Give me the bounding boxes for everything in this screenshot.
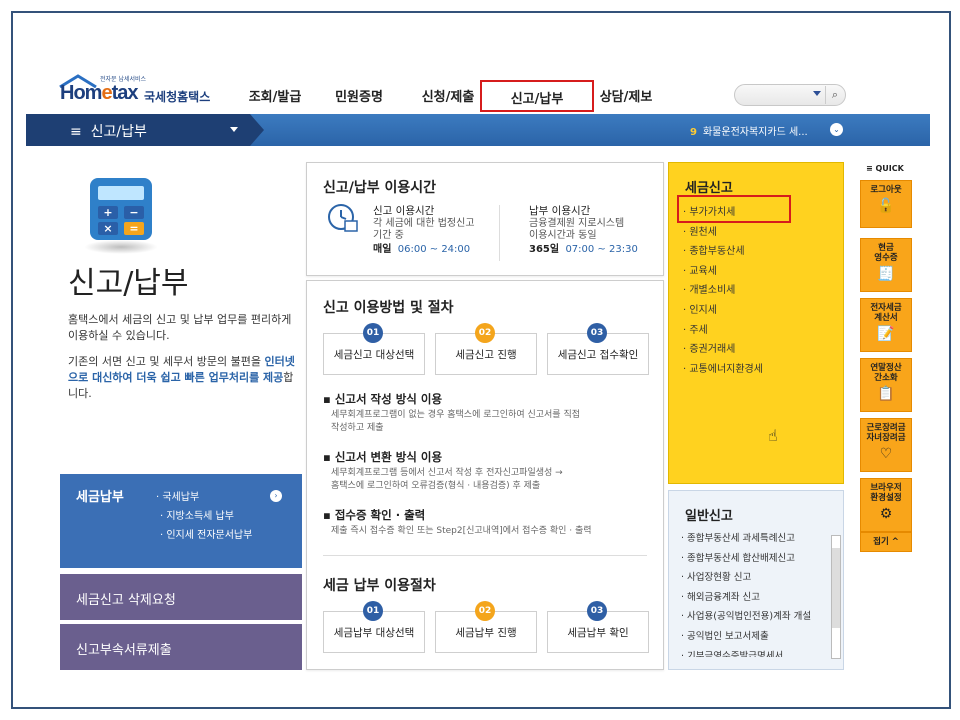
- step-number-badge: 01: [363, 323, 383, 343]
- tax-report-panel: 세금신고 · 부가가치세 · 원천세 · 종합부동산세 · 교육세 · 개별소비…: [668, 162, 844, 484]
- quick-e-invoice-button[interactable]: 전자세금 계산서 📝: [860, 298, 912, 352]
- notice-expand-button[interactable]: ⌄: [830, 123, 843, 136]
- tax-delete-request-button[interactable]: 세금신고 삭제요청: [60, 574, 302, 620]
- quick-incentive-button[interactable]: 근로장려금 자녀장려금 ♡: [860, 418, 912, 472]
- list-item[interactable]: · 종합부동산세 합산배제신고: [681, 549, 829, 569]
- tax-payment-list: · 국세납부 · 지방소득세 납부 · 인지세 전자문서납부: [156, 488, 252, 545]
- general-report-panel: 일반신고 · 종합부동산세 과세특례신고 · 종합부동산세 합산배제신고 · 사…: [668, 490, 844, 670]
- link-individual-consumption-tax[interactable]: · 개별소비세: [683, 281, 763, 301]
- step-number-badge: 02: [475, 601, 495, 621]
- gear-icon: ⚙: [879, 506, 893, 522]
- bullet-description: 세무회계프로그램 등에서 신고서 작성 후 전자신고파일생성 → 홈택스에 로그인…: [331, 468, 563, 491]
- chevron-down-icon[interactable]: [813, 91, 821, 96]
- link-comprehensive-real-estate-tax[interactable]: · 종합부동산세: [683, 242, 763, 262]
- report-time: 신고 이용시간 각 세금에 대한 법정신고 기간 중 매일 06:00 ~ 24…: [373, 205, 475, 255]
- bullet-heading: ▪ 신고서 변환 방식 이용: [323, 450, 443, 464]
- nav-apply[interactable]: 신청/제출: [416, 80, 480, 106]
- nav-consult[interactable]: 상담/제보: [594, 80, 658, 106]
- list-item[interactable]: · 사업용(공익법인전용)계좌 개설: [681, 607, 829, 627]
- chevron-down-icon[interactable]: [230, 127, 238, 132]
- main-nav: 조회/발급 민원증명 신청/제출 신고/납부 상담/제보: [238, 80, 658, 112]
- link-education-tax[interactable]: · 교육세: [683, 262, 763, 282]
- bullet-description: 제출 즉시 접수증 확인 또는 Step2[신고내역]에서 접수증 확인 · 출…: [331, 526, 592, 536]
- clock-icon: [328, 204, 358, 232]
- lock-icon: 🔓: [877, 198, 895, 214]
- nav-civil[interactable]: 민원증명: [334, 80, 384, 106]
- scrollbar-thumb[interactable]: [832, 548, 840, 628]
- usage-time-title: 신고/납부 이용시간: [323, 180, 437, 196]
- page-title: 신고/납부: [68, 266, 189, 301]
- link-stamp-tax[interactable]: · 인지세 전자문서납부: [160, 526, 252, 545]
- tax-report-list: · 부가가치세 · 원천세 · 종합부동산세 · 교육세 · 개별소비세 · 인…: [683, 203, 763, 379]
- current-menu-label[interactable]: ≡ 신고/납부: [70, 121, 147, 141]
- step-number-badge: 03: [587, 323, 607, 343]
- heart-icon: ♡: [879, 446, 893, 462]
- notice-ticker[interactable]: 9 화물운전자복지카드 세...: [690, 123, 808, 138]
- list-item[interactable]: · 종합부동산세 과세특례신고: [681, 529, 829, 549]
- receipt-icon: 🧾: [877, 266, 895, 282]
- step-number-badge: 02: [475, 323, 495, 343]
- list-item[interactable]: · 공익법인 보고서제출: [681, 627, 829, 647]
- hamburger-icon: ≡: [70, 124, 82, 140]
- bullet-heading: ▪ 접수증 확인 · 출력: [323, 508, 426, 522]
- method-title: 신고 이용방법 및 절차: [323, 300, 454, 316]
- link-national-tax[interactable]: · 국세납부: [156, 488, 252, 507]
- method-panel: 신고 이용방법 및 절차 세금신고 대상선택 세금신고 진행 세금신고 접수확인…: [306, 280, 664, 670]
- tax-payment-menu: 세금납부 · 국세납부 · 지방소득세 납부 · 인지세 전자문서납부 ›: [60, 474, 302, 568]
- link-liquor-tax[interactable]: · 주세: [683, 321, 763, 341]
- pay-procedure-title: 세금 납부 이용절차: [323, 578, 436, 594]
- chevron-right-icon[interactable]: ›: [270, 490, 282, 502]
- tax-payment-title[interactable]: 세금납부: [76, 486, 124, 505]
- link-withholding-tax[interactable]: · 원천세: [683, 223, 763, 243]
- general-report-list: · 종합부동산세 과세특례신고 · 종합부동산세 합산배제신고 · 사업장현황 …: [681, 529, 829, 657]
- quick-cash-receipt-button[interactable]: 현금 영수증 🧾: [860, 238, 912, 292]
- list-item[interactable]: · 기부금영수증발급명세서: [681, 647, 829, 657]
- pay-time: 납부 이용시간 금융결제원 지로시스템 이용시간과 동일 365일 07:00 …: [529, 205, 638, 255]
- usage-time-panel: 신고/납부 이용시간 신고 이용시간 각 세금에 대한 법정신고 기간 중 매일…: [306, 162, 664, 276]
- quick-collapse-button[interactable]: 접기 ^: [860, 532, 912, 552]
- nav-inquiry[interactable]: 조회/발급: [238, 80, 312, 106]
- document-icon: 📝: [877, 326, 895, 342]
- calculator-shadow: [84, 240, 158, 254]
- link-securities-tax[interactable]: · 증권거래세: [683, 340, 763, 360]
- menu-chevron: [250, 114, 264, 146]
- list-item[interactable]: · 해외금융계좌 신고: [681, 588, 829, 608]
- clipboard-icon: 📋: [877, 386, 895, 402]
- hometax-logo[interactable]: 전자문 납세서비스 Hometax 국세청홈택스: [58, 74, 218, 108]
- page-description: 홈택스에서 세금의 신고 및 납부 업무를 편리하게 이용하실 수 있습니다. …: [68, 313, 295, 400]
- nav-report-pay[interactable]: 신고/납부: [480, 80, 594, 112]
- quick-year-end-button[interactable]: 연말정산 간소화 📋: [860, 358, 912, 412]
- general-report-title: 일반신고: [685, 509, 733, 524]
- link-stamp-duty[interactable]: · 인지세: [683, 301, 763, 321]
- link-transport-energy-tax[interactable]: · 교통에너지환경세: [683, 360, 763, 380]
- list-item[interactable]: · 사업장현황 신고: [681, 568, 829, 588]
- attached-documents-button[interactable]: 신고부속서류제출: [60, 624, 302, 670]
- sub-menu-bar: ≡ 신고/납부 9 화물운전자복지카드 세... ⌄: [26, 114, 930, 146]
- link-local-income-tax[interactable]: · 지방소득세 납부: [160, 507, 252, 526]
- vat-highlight-box: [677, 195, 791, 223]
- calculator-icon: + − × =: [90, 178, 152, 240]
- bullet-description: 세무회계프로그램이 없는 경우 홈택스에 로그인하여 신고서를 직접 작성하고 제…: [331, 410, 581, 433]
- step-number-badge: 01: [363, 601, 383, 621]
- step-number-badge: 03: [587, 601, 607, 621]
- logo-wordmark: Hometax: [60, 82, 138, 104]
- quick-logout-button[interactable]: 로그아웃 🔓: [860, 180, 912, 228]
- scrollbar[interactable]: [831, 535, 841, 659]
- quick-menu-title: ≡ QUICK: [866, 164, 904, 173]
- search-input[interactable]: ⌕: [734, 84, 846, 106]
- bullet-heading: ▪ 신고서 작성 방식 이용: [323, 392, 443, 406]
- logo-korean: 국세청홈택스: [144, 90, 211, 104]
- hand-cursor-icon: ☝: [768, 426, 778, 445]
- search-icon[interactable]: ⌕: [825, 86, 844, 104]
- quick-browser-settings-button[interactable]: 브라우저 환경설정 ⚙: [860, 478, 912, 532]
- tax-report-title: 세금신고: [685, 181, 733, 196]
